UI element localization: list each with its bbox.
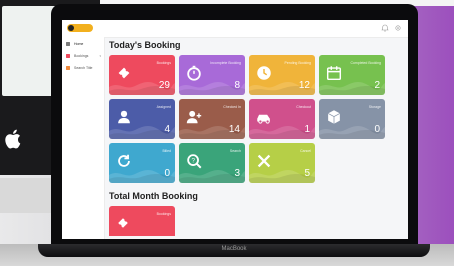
- laptop-base: MacBook: [38, 244, 430, 257]
- card-label: Completed Booking: [350, 61, 381, 65]
- card-label: Billed: [162, 149, 171, 153]
- todays-booking-title: Today's Booking: [109, 40, 181, 50]
- notification-icon[interactable]: [380, 23, 390, 33]
- card-value: 12: [298, 80, 310, 91]
- booking-card-search[interactable]: ? Search 3: [179, 143, 245, 183]
- card-label: Assigned: [156, 105, 171, 109]
- card-label: Cancel: [300, 149, 311, 153]
- booking-card-billed[interactable]: Billed 0: [109, 143, 175, 183]
- laptop-brand-label: MacBook: [221, 246, 247, 252]
- bookings-icon: [66, 54, 70, 58]
- card-value: 8: [234, 80, 240, 91]
- car-icon: [257, 114, 270, 124]
- card-value: 1: [304, 124, 310, 135]
- booking-card-cancel[interactable]: Cancel 5: [249, 143, 315, 183]
- refresh-icon: [118, 154, 130, 167]
- box-icon: [327, 110, 341, 124]
- home-icon: [66, 42, 70, 46]
- card-label: Bookings: [156, 61, 171, 65]
- sidebar-item-search-title[interactable]: Search Title: [62, 63, 104, 73]
- search-title-icon: [66, 66, 70, 70]
- card-value: 5: [304, 168, 310, 179]
- card-value: 2: [374, 80, 380, 91]
- card-value: 4: [164, 124, 170, 135]
- sidebar-item-label: Home: [74, 42, 84, 46]
- card-label: Storage: [368, 105, 381, 109]
- card-label: Pending Booking: [284, 61, 311, 65]
- card-value: 3: [234, 168, 240, 179]
- sidebar-item-home[interactable]: Home: [62, 39, 104, 49]
- month-bookings-card[interactable]: Bookings: [109, 206, 175, 236]
- booking-card-checked-in[interactable]: Checked In 14: [179, 99, 245, 139]
- card-label: Checked In: [223, 105, 241, 109]
- booking-card-storage[interactable]: Storage 0: [319, 99, 385, 139]
- total-month-booking-title: Total Month Booking: [109, 191, 198, 201]
- booking-card-bookings[interactable]: Bookings 29: [109, 55, 175, 95]
- booking-card-pending-booking[interactable]: Pending Booking 12: [249, 55, 315, 95]
- app-sidebar: Home Bookings ▾ Search Title: [62, 37, 105, 239]
- main-content: Today's Booking Bookings 29 Incomplete Boo…: [109, 40, 405, 236]
- app-topbar: [62, 20, 408, 38]
- booking-card-assigned[interactable]: Assigned 4: [109, 99, 175, 139]
- calendar-icon: [326, 66, 342, 81]
- logo-mark-icon: [68, 25, 74, 31]
- sidebar-item-label: Search Title: [74, 66, 93, 70]
- settings-icon[interactable]: [393, 23, 403, 33]
- card-label: Checkout: [296, 105, 311, 109]
- card-value: 0: [164, 168, 170, 179]
- svg-text:?: ?: [191, 157, 195, 164]
- apple-logo-icon: [2, 126, 26, 152]
- sidebar-item-label: Bookings: [74, 54, 89, 58]
- user-add-icon: [186, 110, 202, 124]
- booking-card-incomplete-booking[interactable]: Incomplete Booking 8: [179, 55, 245, 95]
- todays-booking-grid: Bookings 29 Incomplete Booking 8 Pending Boo…: [109, 55, 405, 183]
- timer-icon: [187, 65, 201, 81]
- sidebar-item-bookings[interactable]: Bookings ▾: [62, 51, 104, 61]
- card-value: 0: [374, 124, 380, 135]
- laptop-screen: Home Bookings ▾ Search Title Today's Boo…: [62, 20, 408, 239]
- ticket-icon: [118, 67, 130, 79]
- chevron-down-icon: ▾: [99, 54, 101, 58]
- ticket-icon: [118, 218, 128, 228]
- clock-icon: [257, 66, 271, 80]
- user-icon: [118, 110, 130, 124]
- card-label: Search: [229, 149, 241, 153]
- booking-card-checkout[interactable]: Checkout 1: [249, 99, 315, 139]
- card-label: Incomplete Booking: [210, 61, 241, 65]
- booking-card-completed-booking[interactable]: Completed Booking 2: [319, 55, 385, 95]
- card-value: 14: [228, 124, 240, 135]
- card-value: 29: [158, 80, 170, 91]
- close-icon: [257, 154, 271, 168]
- search-icon: ?: [187, 154, 202, 169]
- app-logo[interactable]: [67, 24, 93, 32]
- card-label: Bookings: [156, 212, 171, 216]
